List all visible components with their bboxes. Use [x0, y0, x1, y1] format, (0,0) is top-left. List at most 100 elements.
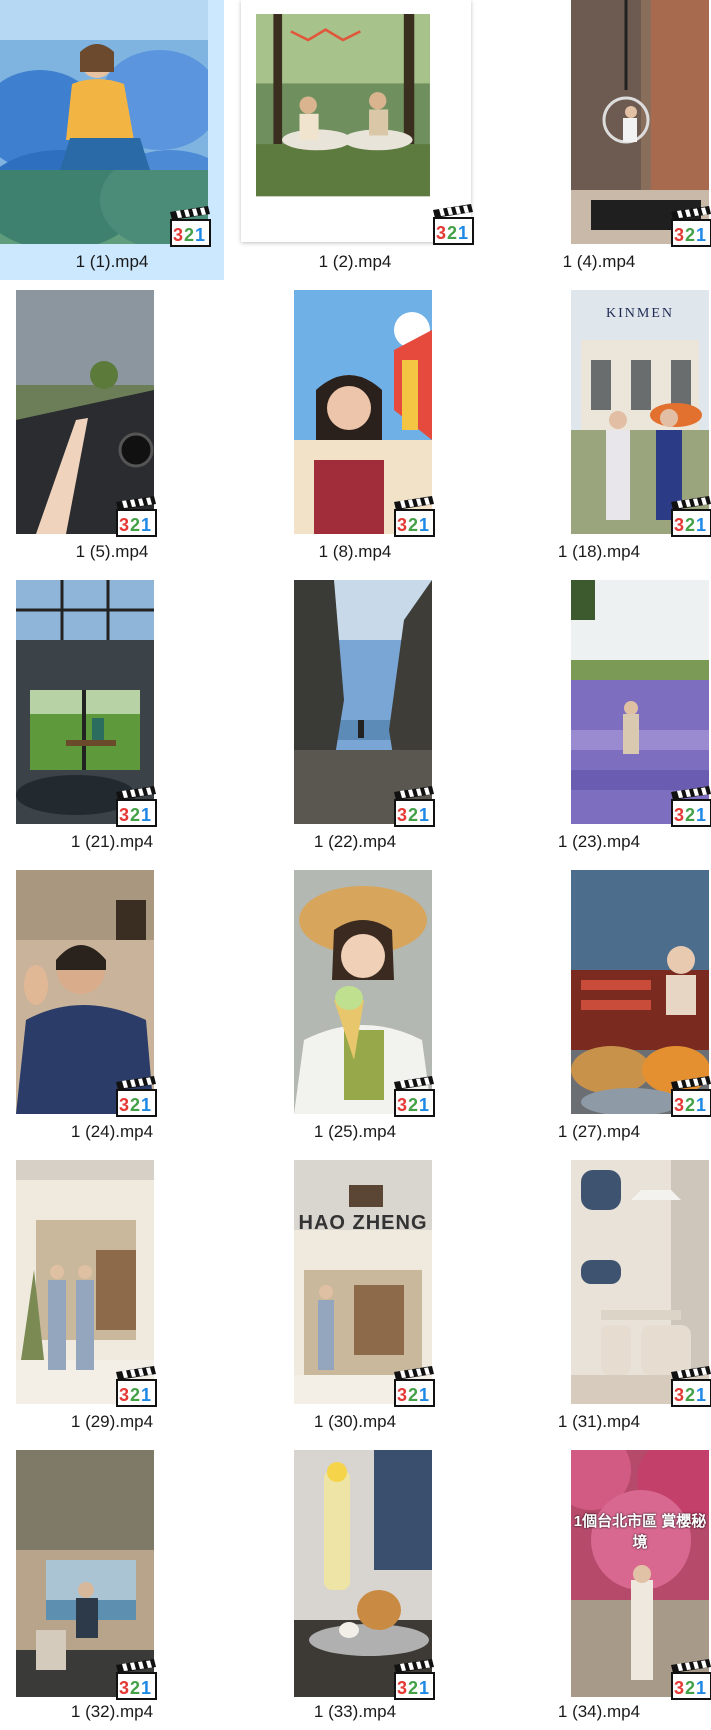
file-tile[interactable]: 1 (5).mp4 321 — [0, 290, 224, 570]
file-name: 1 (5).mp4 — [75, 542, 149, 561]
svg-text:3: 3 — [397, 515, 407, 535]
file-tile[interactable]: 1 (24).mp4 321 — [0, 870, 224, 1150]
svg-text:3: 3 — [674, 1385, 684, 1405]
svg-text:1: 1 — [419, 515, 429, 535]
media-player-classic-icon: 321 — [669, 786, 711, 828]
svg-text:1: 1 — [419, 1385, 429, 1405]
svg-text:1: 1 — [696, 1095, 706, 1115]
svg-text:1: 1 — [141, 1678, 151, 1698]
media-player-classic-icon: 321 — [669, 1076, 711, 1118]
file-name: 1 (31).mp4 — [557, 1412, 641, 1431]
svg-text:2: 2 — [130, 1385, 140, 1405]
file-name: 1 (22).mp4 — [313, 832, 397, 851]
svg-text:3: 3 — [173, 225, 183, 245]
media-player-classic-icon: 321 — [392, 1659, 436, 1701]
media-player-classic-icon: 321 — [669, 1366, 711, 1408]
svg-text:1: 1 — [419, 1095, 429, 1115]
svg-text:1: 1 — [141, 805, 151, 825]
file-name: 1 (18).mp4 — [557, 542, 641, 561]
file-tile[interactable]: 1 (8).mp4 321 — [243, 290, 467, 570]
media-player-classic-icon: 321 — [392, 496, 436, 538]
svg-text:1: 1 — [141, 1385, 151, 1405]
media-player-classic-icon: 321 — [669, 496, 711, 538]
file-tile[interactable]: KINMEN 1 (18).mp4 321 — [487, 290, 711, 570]
svg-text:1: 1 — [696, 515, 706, 535]
svg-text:2: 2 — [130, 1678, 140, 1698]
media-player-classic-icon: 321 — [431, 204, 475, 246]
svg-text:2: 2 — [408, 515, 418, 535]
file-tile[interactable]: 1 (25).mp4 321 — [243, 870, 467, 1150]
svg-text:1: 1 — [419, 805, 429, 825]
svg-text:1: 1 — [141, 515, 151, 535]
svg-text:3: 3 — [674, 1678, 684, 1698]
svg-text:2: 2 — [685, 225, 695, 245]
svg-text:2: 2 — [408, 1385, 418, 1405]
file-grid: 1 (1).mp4 321 1 (2).mp4 321 1 (4).mp4 3 … — [0, 0, 711, 1721]
svg-text:1: 1 — [696, 225, 706, 245]
media-player-classic-icon: 321 — [114, 786, 158, 828]
file-name: 1 (1).mp4 — [75, 252, 149, 271]
file-tile[interactable]: 1 (21).mp4 321 — [0, 580, 224, 860]
file-name: 1 (21).mp4 — [70, 832, 154, 851]
svg-text:2: 2 — [685, 805, 695, 825]
svg-text:3: 3 — [436, 223, 446, 243]
file-name: 1 (33).mp4 — [313, 1702, 397, 1721]
file-name: 1 (34).mp4 — [557, 1702, 641, 1721]
svg-text:1: 1 — [696, 805, 706, 825]
file-tile[interactable]: 1 (32).mp4 321 — [0, 1450, 224, 1730]
svg-text:3: 3 — [397, 1678, 407, 1698]
svg-text:1: 1 — [696, 1678, 706, 1698]
file-tile[interactable]: 1 (1).mp4 321 — [0, 0, 224, 280]
file-name: 1 (32).mp4 — [70, 1702, 154, 1721]
svg-text:3: 3 — [119, 1095, 129, 1115]
file-name: 1 (2).mp4 — [318, 252, 392, 271]
file-tile[interactable]: 1 (29).mp4 321 — [0, 1160, 224, 1440]
file-name: 1 (27).mp4 — [557, 1122, 641, 1141]
thumbnail-caption: KINMEN — [606, 306, 674, 321]
svg-text:3: 3 — [119, 805, 129, 825]
file-tile[interactable]: 1個台北市區 賞櫻秘境 1 (34).mp4 321 — [487, 1450, 711, 1730]
svg-text:2: 2 — [685, 515, 695, 535]
file-tile[interactable]: 1 (23).mp4 321 — [487, 580, 711, 860]
svg-text:1: 1 — [419, 1678, 429, 1698]
media-player-classic-icon: 321 — [392, 1076, 436, 1118]
svg-text:2: 2 — [130, 515, 140, 535]
svg-text:3: 3 — [397, 1095, 407, 1115]
svg-text:3: 3 — [397, 805, 407, 825]
svg-text:2: 2 — [408, 805, 418, 825]
svg-text:3: 3 — [674, 515, 684, 535]
svg-text:2: 2 — [408, 1095, 418, 1115]
file-tile[interactable]: 1 (4).mp4 321 — [487, 0, 711, 280]
file-tile[interactable]: 1 (31).mp4 321 — [487, 1160, 711, 1440]
thumbnail-caption: HAO ZHENG — [298, 1212, 428, 1234]
file-tile[interactable]: 1 (22).mp4 321 — [243, 580, 467, 860]
file-tile[interactable]: 1 (33).mp4 321 — [243, 1450, 467, 1730]
svg-text:3: 3 — [119, 1385, 129, 1405]
media-player-classic-icon: 321 — [114, 1366, 158, 1408]
media-player-classic-icon: 321 — [669, 206, 711, 248]
svg-text:2: 2 — [685, 1095, 695, 1115]
svg-text:1: 1 — [458, 223, 468, 243]
svg-text:3: 3 — [119, 515, 129, 535]
svg-text:3: 3 — [674, 225, 684, 245]
svg-text:2: 2 — [685, 1385, 695, 1405]
file-tile[interactable]: HAO ZHENG 1 (30).mp4 321 — [243, 1160, 467, 1440]
media-player-classic-icon: 321 — [114, 1076, 158, 1118]
file-tile[interactable]: 1 (2).mp4 321 — [241, 0, 474, 280]
media-player-classic-icon: 321 — [168, 206, 212, 248]
file-name: 1 (23).mp4 — [557, 832, 641, 851]
media-player-classic-icon: 321 — [392, 786, 436, 828]
svg-text:3: 3 — [397, 1385, 407, 1405]
svg-text:2: 2 — [408, 1678, 418, 1698]
file-tile[interactable]: 1 (27).mp4 321 — [487, 870, 711, 1150]
file-name: 1 (30).mp4 — [313, 1412, 397, 1431]
svg-text:3: 3 — [674, 1095, 684, 1115]
thumbnail-caption: 1個台北市區 賞櫻秘境 — [573, 1513, 707, 1551]
media-player-classic-icon: 321 — [669, 1659, 711, 1701]
file-name: 1 (25).mp4 — [313, 1122, 397, 1141]
svg-text:1: 1 — [696, 1385, 706, 1405]
svg-text:2: 2 — [130, 805, 140, 825]
svg-text:2: 2 — [685, 1678, 695, 1698]
svg-text:1: 1 — [141, 1095, 151, 1115]
file-name: 1 (4).mp4 — [562, 252, 636, 271]
